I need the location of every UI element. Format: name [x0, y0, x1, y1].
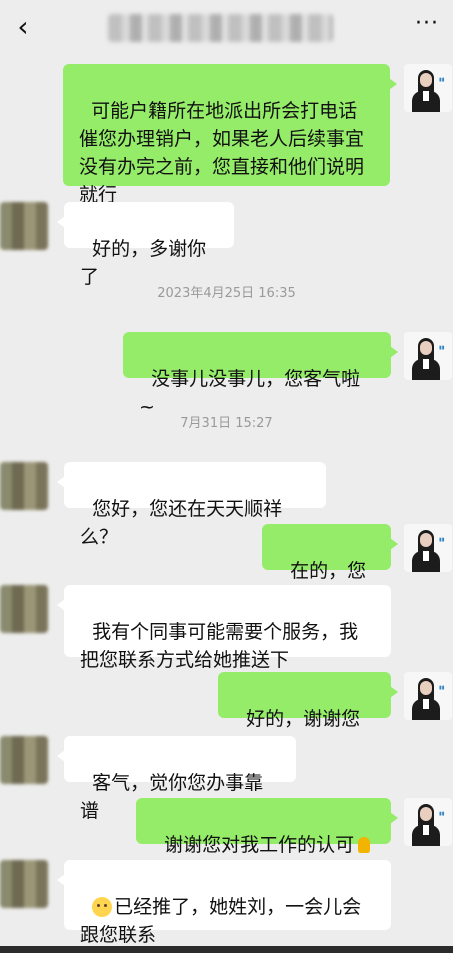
my-avatar[interactable]: ▮▮ [404, 524, 452, 572]
message-bubble-received[interactable]: 您好，您还在天天顺祥么？ [57, 462, 326, 548]
message-text: 我有个同事可能需要个服务，我把您联系方式给她推送下 [80, 621, 359, 671]
my-avatar[interactable]: ▮▮ [404, 672, 452, 720]
message-bubble-received[interactable]: 客气，觉你您办事靠谱 [57, 736, 296, 822]
message-bubble-sent[interactable]: 谢谢您对我工作的认可 [136, 798, 398, 856]
message-text: 谢谢您对我工作的认可 [164, 834, 355, 856]
top-bar: ‹ ··· [0, 0, 453, 56]
message-text: 您好，您还在天天顺祥么？ [80, 498, 283, 548]
contact-avatar[interactable] [0, 860, 48, 908]
message-bubble-received[interactable]: 好的，多谢你了 [57, 202, 234, 288]
timestamp: 7月31日 15:27 [180, 416, 273, 431]
smile-icon [92, 897, 113, 917]
my-avatar[interactable]: ▮▮ [404, 798, 452, 846]
message-bubble-sent[interactable]: 好的，谢谢您 [218, 672, 398, 755]
more-dots-icon[interactable]: ··· [411, 12, 443, 42]
message-bubble-sent[interactable]: 在的，您说 [262, 524, 398, 610]
message-bubble-received[interactable]: 我有个同事可能需要个服务，我把您联系方式给她推送下 [57, 585, 391, 671]
bottom-bar [0, 946, 453, 953]
message-text: 可能户籍所在地派出所会打电话催您办理销户，如果老人后续事宜没有办完之前，您直接和… [79, 100, 365, 206]
message-text: 没事儿没事儿，您客气啦~ [139, 368, 361, 418]
message-text: 好的，谢谢您 [246, 708, 361, 730]
contact-avatar[interactable] [0, 585, 48, 633]
timestamp: 2023年4月25日 16:35 [157, 286, 296, 301]
message-text: 已经推了，她姓刘，一会儿会跟您联系 [80, 896, 362, 946]
blurred-chat-title [108, 14, 333, 42]
message-bubble-sent[interactable]: 可能户籍所在地派出所会打电话催您办理销户，如果老人后续事宜没有办完之前，您直接和… [63, 64, 397, 206]
my-avatar[interactable]: ▮▮ [404, 64, 452, 112]
pray-icon [354, 835, 374, 855]
contact-avatar[interactable] [0, 462, 48, 510]
message-bubble-sent[interactable]: 没事儿没事儿，您客气啦~ [123, 332, 398, 418]
my-avatar[interactable]: ▮▮ [404, 332, 452, 380]
back-chevron-icon[interactable]: ‹ [8, 12, 38, 42]
contact-avatar[interactable] [0, 736, 48, 784]
message-bubble-received[interactable]: 已经推了，她姓刘，一会儿会跟您联系 [57, 860, 391, 946]
message-text: 好的，多谢你了 [80, 238, 207, 288]
contact-avatar[interactable] [0, 202, 48, 250]
